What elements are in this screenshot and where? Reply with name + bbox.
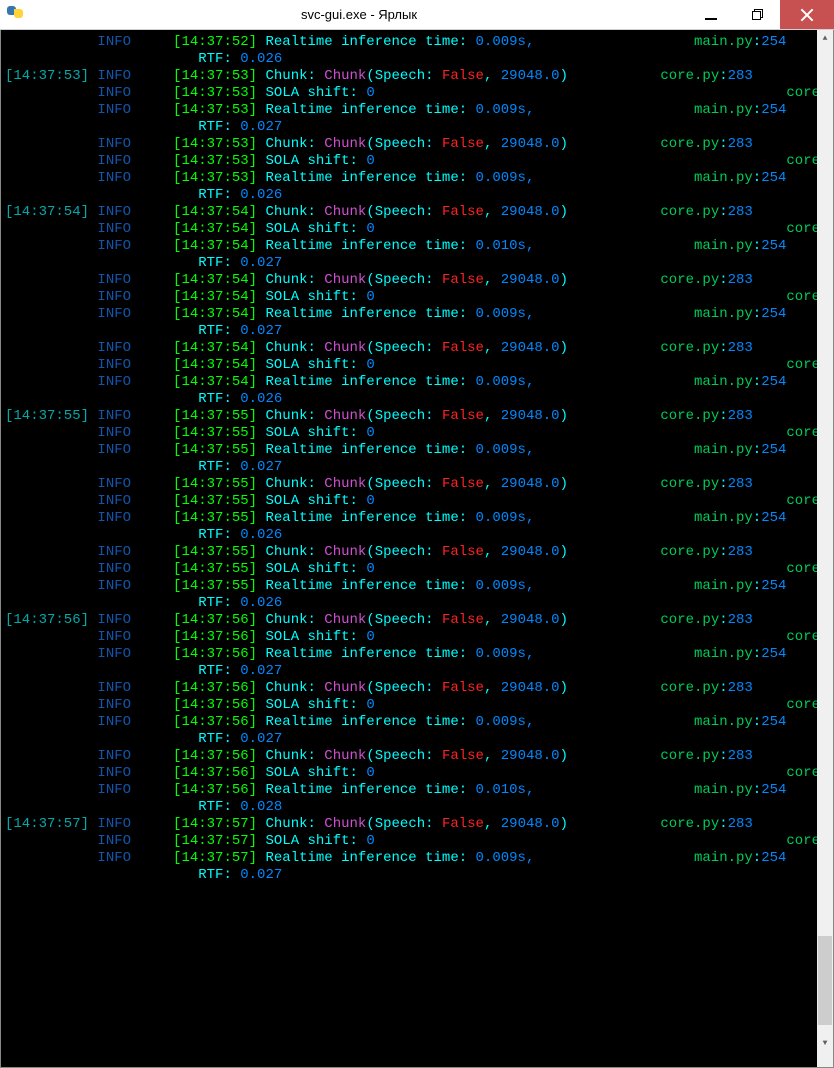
log-line: INFO [14:37:55] Realtime inference time:… [5,510,813,527]
minimize-button[interactable] [688,0,734,29]
log-line: INFO [14:37:53] Realtime inference time:… [5,170,813,187]
log-line: RTF: 0.027 [5,459,813,476]
log-line: INFO [14:37:56] Realtime inference time:… [5,646,813,663]
log-line: INFO [14:37:53] Realtime inference time:… [5,102,813,119]
close-button[interactable] [780,0,834,29]
console-output[interactable]: INFO [14:37:52] Realtime inference time:… [1,30,817,1067]
log-line: [14:37:54] INFO [14:37:54] Chunk: Chunk(… [5,204,813,221]
log-line: INFO [14:37:56] SOLA shift: 0 core.py:34… [5,697,813,714]
log-line: RTF: 0.027 [5,255,813,272]
scroll-down-button[interactable]: ▼ [817,1035,833,1051]
log-line: INFO [14:37:55] SOLA shift: 0 core.py:34… [5,561,813,578]
log-line: RTF: 0.027 [5,663,813,680]
log-line: INFO [14:37:55] Chunk: Chunk(Speech: Fal… [5,544,813,561]
vertical-scrollbar[interactable]: ▲ ▼ [817,30,833,1051]
log-line: INFO [14:37:55] Realtime inference time:… [5,442,813,459]
log-line: INFO [14:37:56] Chunk: Chunk(Speech: Fal… [5,748,813,765]
log-line: [14:37:55] INFO [14:37:55] Chunk: Chunk(… [5,408,813,425]
log-line: INFO [14:37:54] SOLA shift: 0 core.py:34… [5,221,813,238]
log-line: INFO [14:37:56] Realtime inference time:… [5,782,813,799]
log-line: INFO [14:37:55] Realtime inference time:… [5,578,813,595]
log-line: INFO [14:37:57] Realtime inference time:… [5,850,813,867]
log-line: INFO [14:37:57] SOLA shift: 0 core.py:34… [5,833,813,850]
console-area: INFO [14:37:52] Realtime inference time:… [0,30,834,1068]
log-line: INFO [14:37:56] SOLA shift: 0 core.py:34… [5,629,813,646]
log-line: RTF: 0.028 [5,799,813,816]
log-line: INFO [14:37:53] SOLA shift: 0 core.py:34… [5,85,813,102]
log-line: INFO [14:37:54] Chunk: Chunk(Speech: Fal… [5,340,813,357]
window-title: svc-gui.exe - Ярлык [30,7,688,22]
log-line: INFO [14:37:53] SOLA shift: 0 core.py:34… [5,153,813,170]
log-line: RTF: 0.026 [5,391,813,408]
log-line: INFO [14:37:54] Realtime inference time:… [5,238,813,255]
log-line: RTF: 0.026 [5,187,813,204]
log-line: INFO [14:37:52] Realtime inference time:… [5,34,813,51]
log-line: [14:37:57] INFO [14:37:57] Chunk: Chunk(… [5,816,813,833]
scrollbar-thumb[interactable] [818,936,832,1025]
log-line: INFO [14:37:54] Realtime inference time:… [5,306,813,323]
scroll-up-button[interactable]: ▲ [817,30,833,46]
log-line: RTF: 0.027 [5,119,813,136]
log-line: INFO [14:37:56] SOLA shift: 0 core.py:34… [5,765,813,782]
log-line: INFO [14:37:55] Chunk: Chunk(Speech: Fal… [5,476,813,493]
log-line: RTF: 0.026 [5,527,813,544]
log-line: INFO [14:37:54] SOLA shift: 0 core.py:34… [5,357,813,374]
log-line: INFO [14:37:56] Realtime inference time:… [5,714,813,731]
python-icon [0,3,30,26]
log-line: [14:37:53] INFO [14:37:53] Chunk: Chunk(… [5,68,813,85]
scrollbar-corner [817,1051,833,1067]
restore-button[interactable] [734,0,780,29]
log-line: INFO [14:37:53] Chunk: Chunk(Speech: Fal… [5,136,813,153]
log-line: INFO [14:37:54] SOLA shift: 0 core.py:34… [5,289,813,306]
log-line: INFO [14:37:54] Realtime inference time:… [5,374,813,391]
title-bar: svc-gui.exe - Ярлык [0,0,834,30]
log-line: INFO [14:37:56] Chunk: Chunk(Speech: Fal… [5,680,813,697]
log-line: INFO [14:37:55] SOLA shift: 0 core.py:34… [5,493,813,510]
log-line: [14:37:56] INFO [14:37:56] Chunk: Chunk(… [5,612,813,629]
log-line: RTF: 0.027 [5,731,813,748]
log-line: RTF: 0.026 [5,51,813,68]
log-line: INFO [14:37:55] SOLA shift: 0 core.py:34… [5,425,813,442]
scrollbar-track[interactable] [817,46,833,1035]
log-line: RTF: 0.027 [5,867,813,884]
log-line: RTF: 0.026 [5,595,813,612]
log-line: INFO [14:37:54] Chunk: Chunk(Speech: Fal… [5,272,813,289]
log-line: RTF: 0.027 [5,323,813,340]
